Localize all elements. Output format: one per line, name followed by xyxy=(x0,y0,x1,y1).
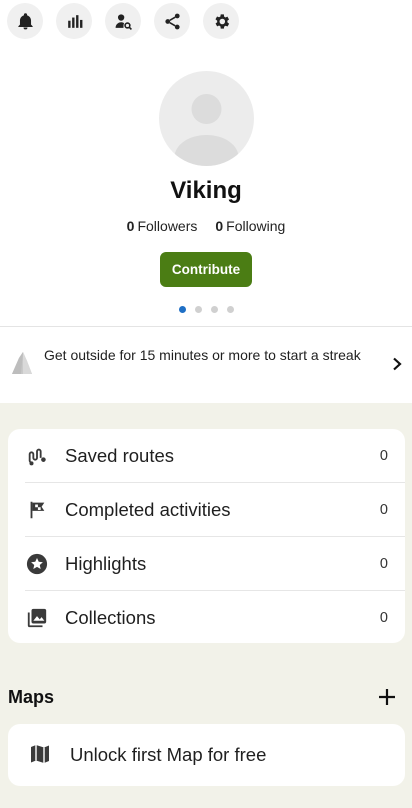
share-button[interactable] xyxy=(154,3,190,39)
unlock-map-card[interactable]: Unlock first Map for free xyxy=(8,724,405,786)
list-item-label: Collections xyxy=(65,607,156,628)
list-item-count: 0 xyxy=(379,556,388,572)
contribute-button[interactable]: Contribute xyxy=(160,252,252,287)
carousel-dot[interactable] xyxy=(194,306,202,313)
list-item-highlights[interactable]: Highlights 0 xyxy=(8,537,405,591)
share-icon xyxy=(164,13,180,29)
maps-section-title: Maps xyxy=(8,687,55,707)
stats-icon xyxy=(67,14,82,28)
list-item-completed-activities[interactable]: Completed activities 0 xyxy=(8,483,405,537)
list-item-saved-routes[interactable]: Saved routes 0 xyxy=(8,429,405,483)
list-item-collections[interactable]: Collections 0 xyxy=(8,591,405,645)
carousel-indicator xyxy=(0,306,412,313)
top-toolbar xyxy=(7,3,239,39)
followers-count: 0 xyxy=(126,218,135,234)
star-icon xyxy=(25,552,49,576)
collection-icon xyxy=(25,606,49,630)
streak-text: Get outside for 15 minutes or more to st… xyxy=(44,347,361,363)
unlock-map-label: Unlock first Map for free xyxy=(70,744,267,765)
list-item-label: Completed activities xyxy=(65,499,231,520)
default-avatar-icon xyxy=(174,94,239,166)
map-icon xyxy=(31,745,49,763)
profile-name: Viking xyxy=(170,177,242,204)
profile-section: Viking 0 Followers 0 Following Contribute … xyxy=(0,0,412,403)
list-item-count: 0 xyxy=(379,502,388,518)
statistics-button[interactable] xyxy=(56,3,92,39)
following-link[interactable]: 0 Following xyxy=(215,218,285,234)
carousel-dot[interactable] xyxy=(226,306,234,313)
following-label: Following xyxy=(226,218,286,234)
collections-card: Saved routes 0 Completed activities 0 Hi… xyxy=(8,429,405,643)
find-people-button[interactable] xyxy=(105,3,141,39)
list-item-label: Highlights xyxy=(65,553,147,574)
streak-banner[interactable]: Get outside for 15 minutes or more to st… xyxy=(0,327,412,403)
mountain-icon xyxy=(12,352,32,374)
list-item-label: Saved routes xyxy=(65,445,175,466)
chevron-right-icon xyxy=(393,357,402,371)
route-icon xyxy=(25,444,49,468)
carousel-dot[interactable] xyxy=(210,306,218,313)
flag-icon xyxy=(25,498,49,522)
list-item-count: 0 xyxy=(379,610,388,626)
followers-link[interactable]: 0 Followers xyxy=(127,218,198,234)
followers-label: Followers xyxy=(137,218,198,234)
find-person-icon xyxy=(115,13,132,30)
follow-stats: 0 Followers 0 Following xyxy=(0,218,412,234)
notifications-button[interactable] xyxy=(7,3,43,39)
carousel-dot[interactable] xyxy=(178,306,186,313)
bell-icon xyxy=(17,12,33,29)
settings-icon xyxy=(214,13,229,29)
add-map-button[interactable] xyxy=(378,688,396,706)
following-count: 0 xyxy=(215,218,224,234)
list-item-count: 0 xyxy=(379,448,388,464)
avatar[interactable] xyxy=(159,71,254,166)
settings-button[interactable] xyxy=(203,3,239,39)
